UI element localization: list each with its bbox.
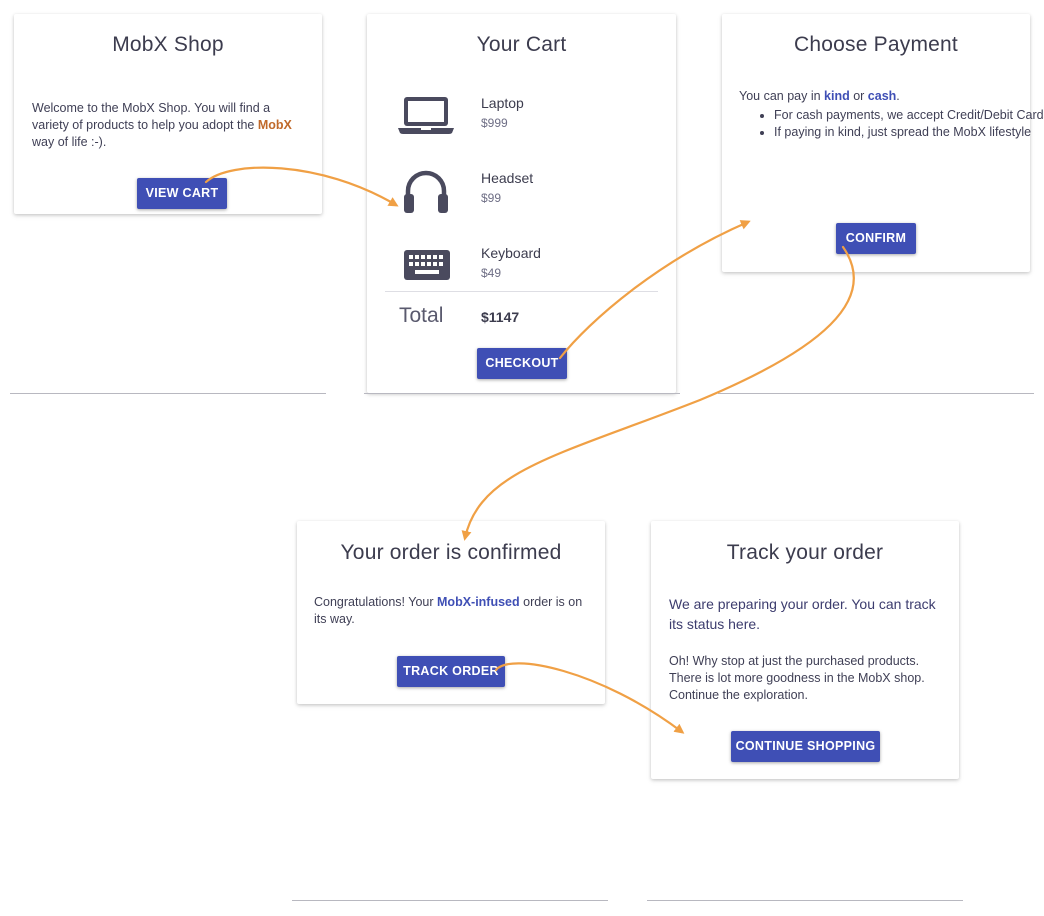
checkout-button[interactable]: CHECKOUT <box>477 348 567 379</box>
confirmed-mobx-highlight: MobX-infused <box>437 595 520 609</box>
shop-text-before: Welcome to the MobX Shop. You will find … <box>32 101 271 132</box>
payment-kind-label: kind <box>824 89 850 103</box>
page-baseline-5 <box>647 900 963 901</box>
payment-card: Choose Payment You can pay in kind or ca… <box>722 14 1044 272</box>
continue-shopping-button[interactable]: CONTINUE SHOPPING <box>731 731 880 762</box>
track-body-text: Oh! Why stop at just the purchased produ… <box>669 654 925 702</box>
headset-icon <box>404 170 448 213</box>
confirmed-text-before: Congratulations! Your <box>314 595 438 609</box>
shop-mobx-highlight: MobX <box>257 118 292 132</box>
page-baseline-1 <box>10 393 326 394</box>
payment-intro-end: . <box>896 89 900 103</box>
track-title: Track your order <box>726 541 884 564</box>
payment-title: Choose Payment <box>794 33 958 56</box>
confirmed-text: Congratulations! Your MobX-infused order… <box>314 594 592 628</box>
track-order-button[interactable]: TRACK ORDER <box>397 656 505 687</box>
cart-total-value: $1147 <box>481 309 520 325</box>
payment-intro-before: You can pay in <box>739 89 825 103</box>
shop-card: MobX Shop Welcome to the MobX Shop. You … <box>14 14 322 214</box>
cart-item-price: $999 <box>481 116 508 130</box>
page-baseline-4 <box>292 900 608 901</box>
cart-item-name: Laptop <box>481 95 524 111</box>
cart-total-label: Total <box>399 304 444 327</box>
cart-card: Your Cart Laptop $999 Headset $99 Keyboa… <box>367 14 676 393</box>
cart-item-name: Headset <box>481 170 534 186</box>
keyboard-icon <box>404 250 450 280</box>
laptop-icon <box>398 97 454 134</box>
shop-title: MobX Shop <box>112 33 224 56</box>
page-baseline-2 <box>364 393 680 394</box>
cart-item-name: Keyboard <box>481 245 541 261</box>
cart-item-laptop: Laptop $999 <box>367 92 676 152</box>
payment-intro: You can pay in kind or cash. <box>739 88 900 105</box>
cart-item-price: $49 <box>481 266 502 280</box>
payment-option-item: For cash payments, we accept Credit/Debi… <box>774 107 1044 124</box>
confirm-button[interactable]: CONFIRM <box>836 223 916 254</box>
cart-item-headset: Headset $99 <box>367 167 676 227</box>
track-order-card: Track your order We are preparing your o… <box>651 521 959 779</box>
cart-title: Your Cart <box>476 33 567 56</box>
cart-divider <box>385 291 658 292</box>
track-lead-text: We are preparing your order. You can tra… <box>669 596 936 632</box>
confirmed-title: Your order is confirmed <box>340 541 562 564</box>
payment-option-item: If paying in kind, just spread the MobX … <box>774 124 1044 141</box>
payment-intro-or: or <box>849 89 868 103</box>
shop-text-after: way of life :-). <box>32 135 107 149</box>
payment-options-list: For cash payments, we accept Credit/Debi… <box>739 107 1044 141</box>
shop-welcome-text: Welcome to the MobX Shop. You will find … <box>32 100 307 151</box>
cart-item-keyboard: Keyboard $49 <box>367 242 676 302</box>
order-confirmed-card: Your order is confirmed Congratulations!… <box>297 521 605 704</box>
cart-item-price: $99 <box>481 191 502 205</box>
page-baseline-3 <box>718 393 1034 394</box>
view-cart-button[interactable]: VIEW CART <box>137 178 227 209</box>
payment-cash-label: cash <box>867 89 897 103</box>
